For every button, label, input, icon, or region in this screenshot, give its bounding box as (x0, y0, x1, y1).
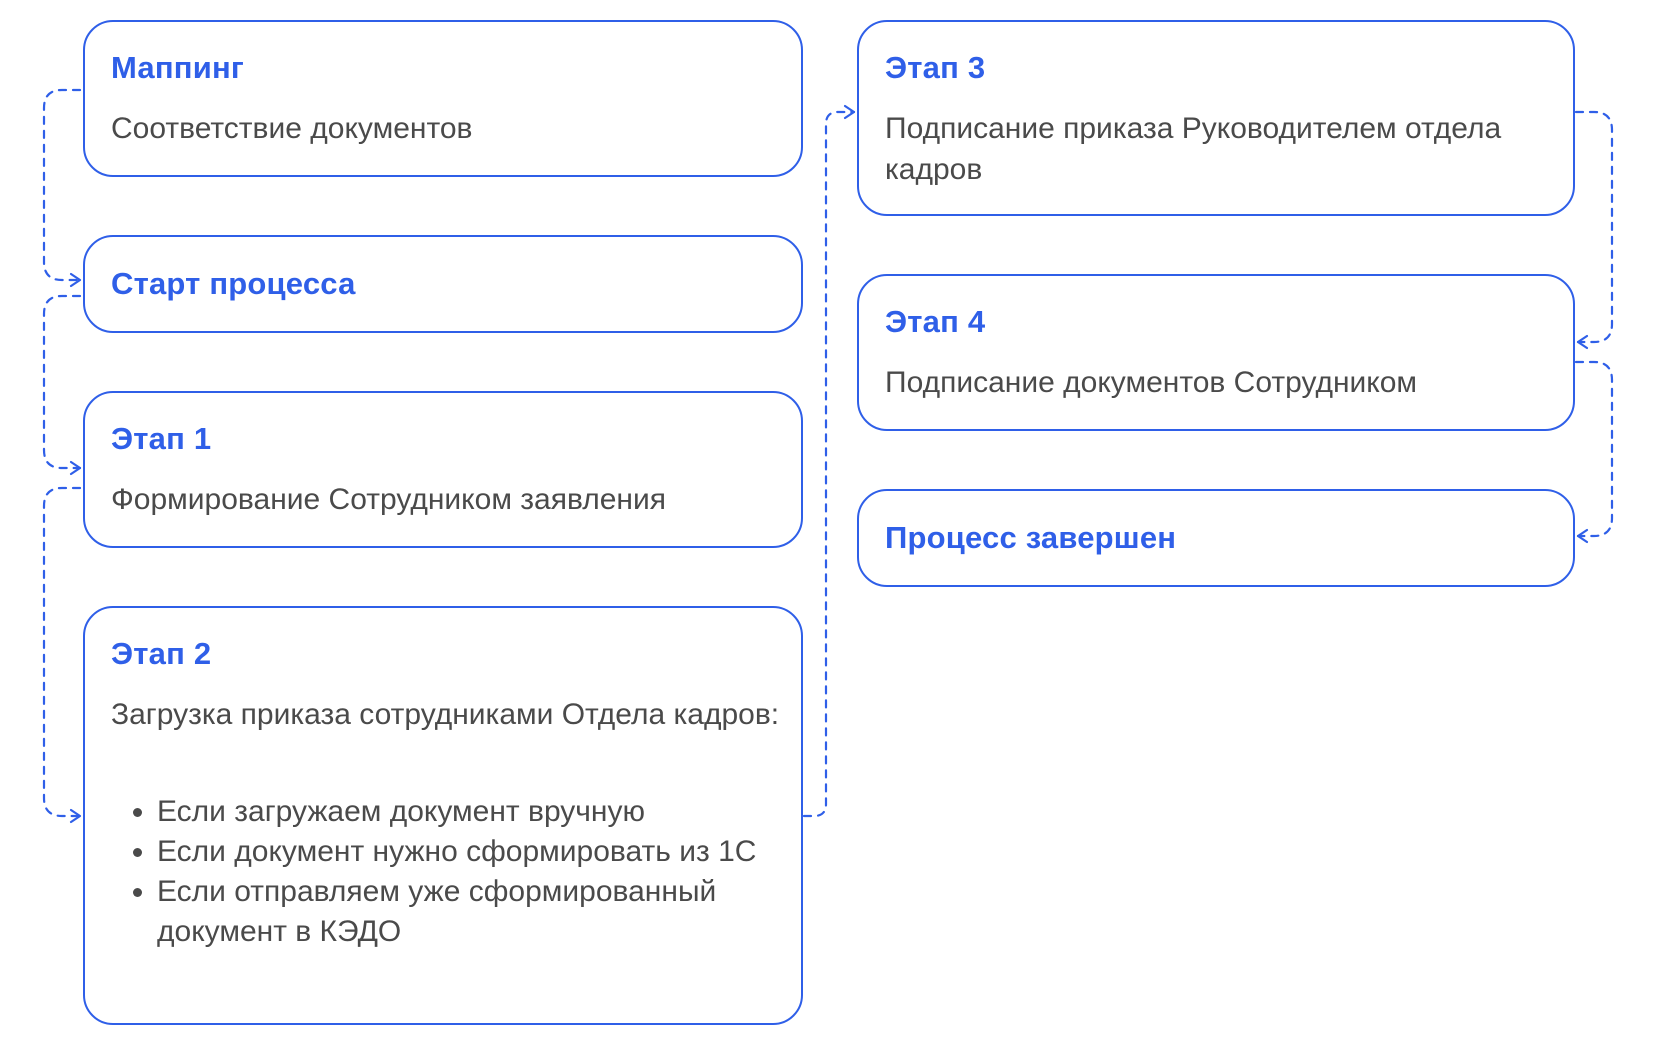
step-stage3-description: Подписание приказа Руководителем отдела … (885, 112, 1502, 186)
step-stage1: Этап 1 Формирование Сотрудником заявлени… (83, 391, 803, 548)
step-mapping: Маппинг Соответствие документов (83, 20, 803, 177)
step-stage2-bullet: Если документ нужно сформировать из 1С (157, 832, 783, 872)
connector-mapping-to-start (42, 88, 82, 288)
step-start-title: Старт процесса (111, 266, 356, 301)
step-stage4-title: Этап 4 (885, 304, 986, 339)
connector-stage3-to-stage4 (1574, 110, 1614, 350)
step-stage1-description: Формирование Сотрудником заявления (111, 483, 666, 516)
step-mapping-title: Маппинг (111, 50, 244, 85)
step-stage2-bullet: Если загружаем документ вручную (157, 792, 783, 832)
connector-start-to-stage1 (42, 294, 82, 476)
step-stage1-title: Этап 1 (111, 421, 212, 456)
step-stage3-title: Этап 3 (885, 50, 986, 85)
step-stage3: Этап 3 Подписание приказа Руководителем … (857, 20, 1575, 216)
connector-stage4-to-finish (1574, 360, 1614, 544)
step-stage4: Этап 4 Подписание документов Сотрудником (857, 274, 1575, 431)
step-stage2-description: Загрузка приказа сотрудниками Отдела кад… (111, 698, 780, 731)
step-stage2-bullet-list: Если загружаем документ вручную Если док… (111, 792, 783, 952)
step-stage4-description: Подписание документов Сотрудником (885, 366, 1418, 399)
step-stage2: Этап 2 Загрузка приказа сотрудниками Отд… (83, 606, 803, 1025)
step-start: Старт процесса (83, 235, 803, 333)
step-stage2-bullet: Если отправляем уже сформированный докум… (157, 872, 783, 952)
step-mapping-description: Соответствие документов (111, 112, 473, 145)
connector-stage2-to-stage3 (802, 104, 856, 818)
connector-stage1-to-stage2 (42, 486, 82, 824)
step-stage2-title: Этап 2 (111, 636, 212, 671)
step-finish-title: Процесс завершен (885, 520, 1177, 555)
step-finish: Процесс завершен (857, 489, 1575, 587)
